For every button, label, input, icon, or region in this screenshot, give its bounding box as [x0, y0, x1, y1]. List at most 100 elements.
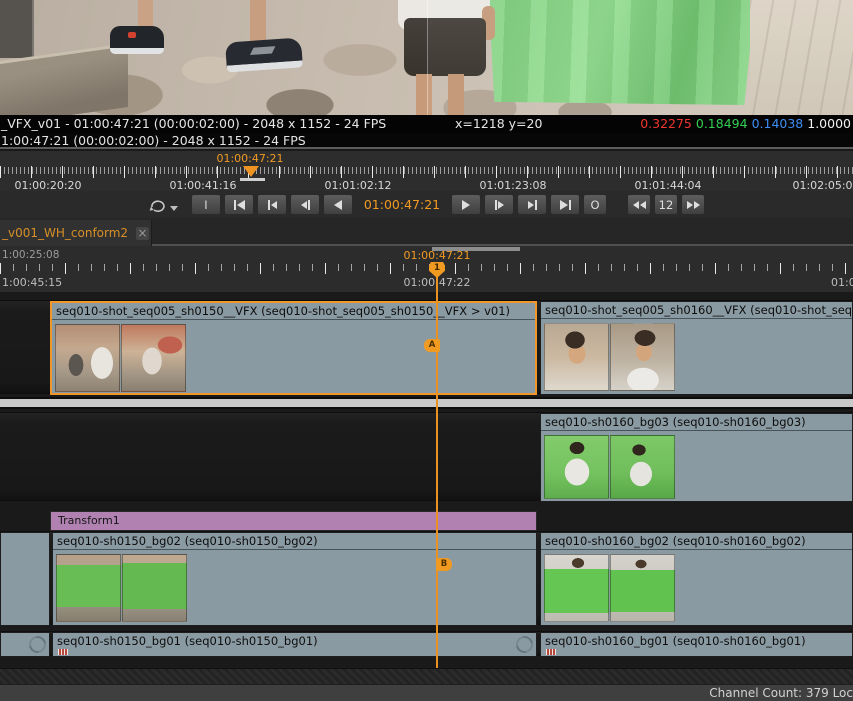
double-left-icon — [633, 201, 639, 209]
clip-partial-left[interactable] — [0, 532, 50, 626]
timeline-playhead-timecode: 01:00:47:21 — [403, 249, 470, 262]
clip-label: seq010-sh0160_bg01 (seq010-sh0160_bg01) — [541, 633, 852, 650]
media-status-badge — [58, 649, 68, 655]
frame-increment-field[interactable]: 12 — [654, 194, 678, 215]
nuke-studio-window: _VFX_v01 - 01:00:47:21 (00:00:02:00) - 2… — [0, 0, 853, 701]
double-right-icon — [687, 201, 693, 209]
clip-label: seq010-sh0160_bg02 (seq010-sh0160_bg02) — [541, 533, 852, 550]
clip-sh0160-bg02[interactable]: seq010-sh0160_bg02 (seq010-sh0160_bg02) — [540, 532, 853, 626]
viewer-timeline-ruler[interactable]: 01:00:47:21 01:00:20:20 01:00:41:16 01:0… — [0, 151, 853, 191]
skip-end-icon — [569, 200, 571, 210]
pixel-coordinates: x=1218 y=20 — [455, 115, 542, 133]
soft-effect-transform[interactable]: Transform1 — [50, 511, 537, 531]
effect-label: Transform1 — [58, 514, 120, 527]
clip-info-text: 1:00:47:21 (00:00:02:00) - 2048 x 1152 -… — [1, 133, 306, 149]
step-back-button[interactable] — [290, 194, 320, 215]
viewer-info-bar-secondary: 1:00:47:21 (00:00:02:00) - 2048 x 1152 -… — [0, 133, 853, 149]
current-timecode[interactable]: 01:00:47:21 — [356, 197, 448, 212]
tab-sequence[interactable]: _v001_WH_conform2 × — [0, 220, 152, 246]
viewer-boy-shorts — [404, 18, 486, 76]
video-track-4: seq010-sh0150_bg01 (seq010-sh0150_bg01) … — [0, 631, 853, 656]
close-icon[interactable]: × — [136, 227, 149, 240]
viewer-playhead-underline — [240, 178, 265, 181]
playback-mode-menu[interactable] — [148, 197, 178, 213]
double-left-icon — [640, 201, 646, 209]
viewer-pavement — [750, 0, 853, 115]
clip-sh0150-bg01[interactable]: seq010-sh0150_bg01 (seq010-sh0150_bg01) — [52, 632, 537, 657]
video-track-3: seq010-sh0150_bg02 (seq010-sh0150_bg02) … — [0, 531, 853, 625]
channel-count-text: Channel Count: 379 Loc — [709, 685, 853, 701]
thumbnail-street-scene — [55, 324, 120, 392]
play-backward-icon — [334, 200, 342, 210]
timeline-playhead-line[interactable] — [436, 263, 438, 668]
increment-frames-button[interactable] — [681, 194, 705, 215]
thumbnail-greenscreen-panel — [544, 554, 609, 622]
clip-label: seq010-sh0150_bg01 (seq010-sh0150_bg01) — [53, 633, 536, 650]
red-value: 0.32275 — [640, 116, 692, 131]
viewer-wipe-line[interactable] — [427, 0, 428, 115]
clip-thumbnails — [544, 435, 675, 502]
set-out-point-button[interactable]: O — [583, 194, 607, 215]
go-to-end-button[interactable] — [550, 194, 580, 215]
thumbnail-boy-greenscreen — [610, 435, 675, 499]
thumbnail-boy-greenscreen — [544, 435, 609, 499]
prev-edit-icon — [268, 200, 270, 210]
next-edit-icon — [535, 200, 537, 210]
clip-partial-left[interactable] — [0, 632, 50, 657]
clip-thumbnails — [544, 323, 675, 391]
play-backward-button[interactable] — [323, 194, 353, 215]
next-edit-icon — [528, 201, 534, 209]
thumbnail-street-scene — [121, 324, 186, 392]
viewer-playhead-icon[interactable] — [243, 166, 259, 177]
alpha-value: 1.0000 — [807, 116, 851, 131]
skip-start-icon — [234, 200, 236, 210]
status-bar: Channel Count: 379 Loc — [0, 684, 853, 701]
out-point-label: O — [590, 198, 599, 212]
loop-icon — [148, 197, 168, 213]
skip-start-icon — [237, 200, 245, 210]
clip-sh0150-vfx[interactable]: seq010-shot_seq005_sh0150__VFX (seq010-s… — [50, 301, 537, 395]
timeline-ruler-ticks — [0, 263, 853, 275]
set-in-point-button[interactable]: I — [191, 194, 221, 215]
timeline-ruler[interactable]: 1:00:25:08 01:00:47:21 1:00:45:15 01:00:… — [0, 246, 853, 292]
media-status-badge — [546, 649, 556, 655]
step-forward-button[interactable] — [484, 194, 514, 215]
blue-value: 0.14038 — [752, 116, 804, 131]
viewer-boy-leg — [448, 74, 464, 115]
next-edit-button[interactable] — [517, 194, 547, 215]
viewer-greenscreen — [489, 0, 755, 105]
timeline-horizontal-scrollbar[interactable] — [0, 668, 853, 684]
viewer-ruler-ticks — [0, 166, 853, 179]
play-icon — [462, 200, 470, 210]
clip-sh0150-bg02[interactable]: seq010-sh0150_bg02 (seq010-sh0150_bg02) — [52, 532, 537, 626]
thumbnail-boy — [544, 323, 609, 391]
wipe-input-a-badge[interactable]: A — [424, 339, 440, 352]
ruler-range-start: 1:00:25:08 — [2, 249, 59, 261]
previous-edit-button[interactable] — [257, 194, 287, 215]
timeline-tab-bar: _v001_WH_conform2 × — [0, 218, 853, 246]
clip-sh0160-vfx[interactable]: seq010-shot_seq005_sh0160__VFX (seq010-s… — [540, 301, 853, 395]
tab-label: _v001_WH_conform2 — [2, 226, 128, 240]
clip-label: seq010-sh0150_bg02 (seq010-sh0150_bg02) — [53, 533, 536, 550]
viewer-leg — [250, 0, 266, 44]
wipe-input-b-badge[interactable]: B — [436, 558, 452, 571]
transport-bar: I 01:00:47:21 O 12 — [0, 191, 853, 218]
clip-label: seq010-shot_seq005_sh0160__VFX (seq010-s… — [541, 302, 852, 319]
play-forward-button[interactable] — [451, 194, 481, 215]
viewer-sneaker — [225, 37, 303, 72]
step-back-icon — [301, 201, 307, 209]
ruler-timecode-label: 1:00:45:15 — [2, 276, 62, 289]
track-divider-band[interactable] — [0, 397, 853, 409]
clip-label: seq010-shot_seq005_sh0150__VFX (seq010-s… — [52, 303, 535, 320]
step-forward-icon — [498, 201, 504, 209]
decrement-frames-button[interactable] — [627, 194, 651, 215]
clip-thumbnails — [55, 324, 186, 392]
go-to-start-button[interactable] — [224, 194, 254, 215]
clip-sh0160-bg03[interactable]: seq010-sh0160_bg03 (seq010-sh0160_bg03) — [540, 413, 853, 502]
pixel-rgba-values: 0.32275 0.18494 0.14038 1.0000 — [640, 115, 851, 133]
clip-thumbnails — [56, 554, 187, 622]
clip-info-text: _VFX_v01 - 01:00:47:21 (00:00:02:00) - 2… — [1, 115, 386, 133]
green-value: 0.18494 — [696, 116, 748, 131]
clip-sh0160-bg01[interactable]: seq010-sh0160_bg01 (seq010-sh0160_bg01) — [540, 632, 853, 657]
viewer-frame-image[interactable] — [0, 0, 853, 115]
